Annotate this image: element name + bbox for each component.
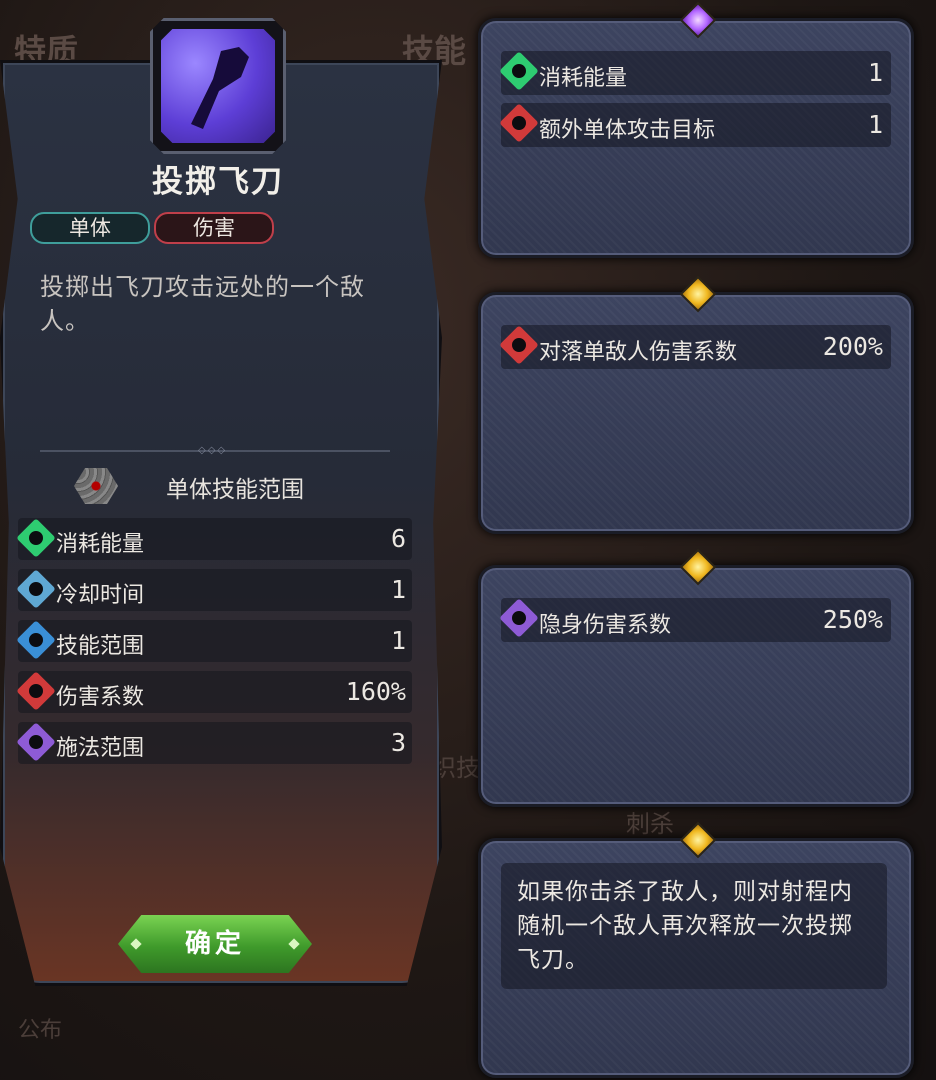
upgrade-stat-row: 隐身伤害系数 250% [499, 598, 891, 642]
upgrade-card-2[interactable]: 对落单敌人伤害系数 200% [478, 275, 914, 534]
confirm-button[interactable]: 确定 [118, 915, 312, 973]
stat-row: 冷却时间 1 [16, 569, 412, 611]
button-ornament-icon [130, 938, 142, 950]
stat-value: 6 [390, 524, 406, 553]
stat-value: 3 [390, 728, 406, 757]
stat-label: 伤害系数 [56, 685, 145, 710]
range-icon [16, 620, 56, 660]
stat-row: 伤害系数 160% [16, 671, 412, 713]
upgrade-stat-label: 消耗能量 [539, 66, 628, 91]
upgrade-stat-row: 额外单体攻击目标 1 [499, 103, 891, 147]
cooldown-icon [16, 569, 56, 609]
divider-ornament-icon: ◇◇◇ [198, 445, 228, 456]
skill-description: 投掷出飞刀攻击远处的一个敌人。 [40, 273, 365, 335]
range-title: 单体技能范围 [166, 477, 304, 503]
upgrade-stat-value: 1 [867, 110, 883, 139]
upgrade-stat-label: 隐身伤害系数 [539, 613, 672, 638]
upgrade-card-4[interactable]: 如果你击杀了敌人，则对射程内随机一个敌人再次释放一次投掷飞刀。 [478, 821, 914, 1078]
target-icon [499, 103, 539, 143]
stat-row: 技能范围 1 [16, 620, 412, 662]
upgrade-description: 如果你击杀了敌人，则对射程内随机一个敌人再次释放一次投掷飞刀。 [501, 863, 887, 989]
purple-gem-icon [679, 1, 717, 39]
upgrade-stat-value: 1 [867, 58, 883, 87]
gold-gem-icon [679, 821, 717, 859]
tag-single-target: 单体 [30, 212, 150, 244]
upgrade-stat-row: 对落单敌人伤害系数 200% [499, 325, 891, 369]
stat-row: 消耗能量 6 [16, 518, 412, 560]
upgrade-card-3[interactable]: 隐身伤害系数 250% [478, 548, 914, 807]
stat-label: 消耗能量 [56, 532, 145, 557]
upgrade-stat-row: 消耗能量 1 [499, 51, 891, 95]
lone-target-icon [499, 325, 539, 365]
upgrade-stat-label: 额外单体攻击目标 [539, 118, 716, 143]
stat-label: 施法范围 [56, 736, 145, 761]
upgrade-stat-label: 对落单敌人伤害系数 [539, 340, 738, 365]
skill-name: 投掷飞刀 [152, 164, 284, 200]
stat-label: 技能范围 [56, 634, 145, 659]
damage-icon [16, 671, 56, 711]
gold-gem-icon [679, 548, 717, 586]
stat-value: 1 [390, 575, 406, 604]
confirm-label: 确定 [184, 929, 245, 959]
tag-damage: 伤害 [154, 212, 274, 244]
upgrade-stat-value: 200% [822, 332, 883, 361]
energy-icon [16, 518, 56, 558]
cast-range-icon [16, 722, 56, 762]
upgrade-stat-value: 250% [822, 605, 883, 634]
upgrade-card-1[interactable]: 消耗能量 1 额外单体攻击目标 1 [478, 1, 914, 258]
skill-icon-frame [150, 18, 286, 154]
stealth-icon [499, 598, 539, 638]
stat-value: 160% [345, 677, 406, 706]
stat-value: 1 [390, 626, 406, 655]
energy-icon [499, 51, 539, 91]
stat-label: 冷却时间 [56, 583, 145, 608]
background-bottom-label: 公布 [18, 1018, 63, 1043]
throwing-knife-icon [161, 29, 275, 143]
button-ornament-icon [288, 938, 300, 950]
background-stab-label: 刺杀 [626, 810, 674, 838]
stat-row: 施法范围 3 [16, 722, 412, 764]
gold-gem-icon [679, 275, 717, 313]
